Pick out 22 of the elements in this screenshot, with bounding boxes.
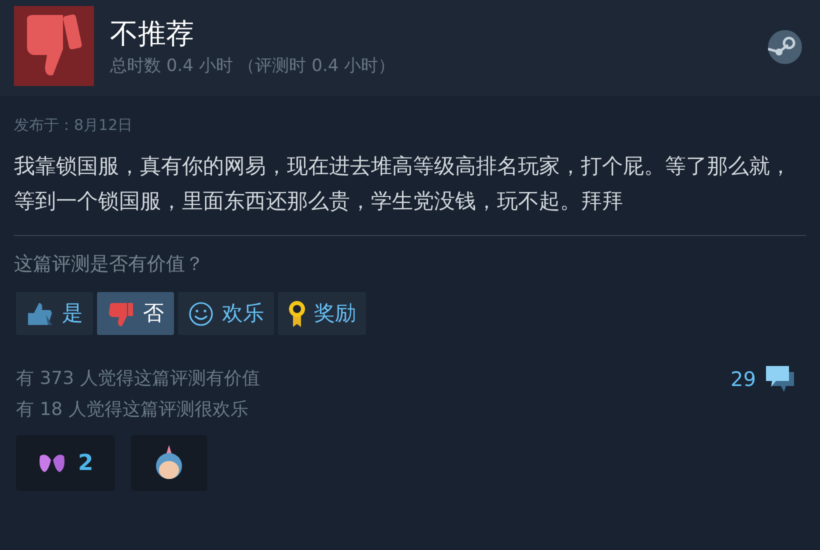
award-badge[interactable] <box>131 435 208 491</box>
thumbs-down-icon <box>107 300 135 326</box>
smiley-icon <box>188 300 214 326</box>
review-text: 我靠锁国服，真有你的网易，现在进去堆高等级高排名玩家，打个屁。等了那么就，等到一个锁国服，里面东西还那么贵，学生党没钱，玩不起。拜拜 <box>13 152 792 214</box>
medal-icon <box>288 300 306 328</box>
comment-count[interactable]: 29 <box>730 364 756 394</box>
posted-date: 发布于：8月12日 <box>13 115 134 136</box>
award-badge[interactable]: 2 <box>16 435 116 491</box>
steam-logo-icon <box>768 30 802 64</box>
playtime-text: 总时数 0.4 小时 （评测时 0.4 小时） <box>110 55 396 78</box>
review-stat: 有 373 人觉得这篇评测有价值 <box>16 367 260 391</box>
review-stat: 有 18 人觉得这篇评测很欢乐 <box>16 398 250 422</box>
helpful-question: 这篇评测是否有价值？ <box>13 252 205 276</box>
award-count: 2 <box>78 450 94 478</box>
vote-button[interactable]: 是 <box>16 292 93 335</box>
vote-button[interactable]: 奖励 <box>278 292 366 335</box>
comment-icon[interactable] <box>764 364 796 394</box>
vote-button[interactable]: 欢乐 <box>178 292 274 335</box>
hearts-award-icon <box>38 452 66 474</box>
vote-button[interactable]: 否 <box>97 292 174 335</box>
review-verdict: 不推荐 <box>110 18 195 50</box>
thumbs-up-icon <box>26 300 54 326</box>
